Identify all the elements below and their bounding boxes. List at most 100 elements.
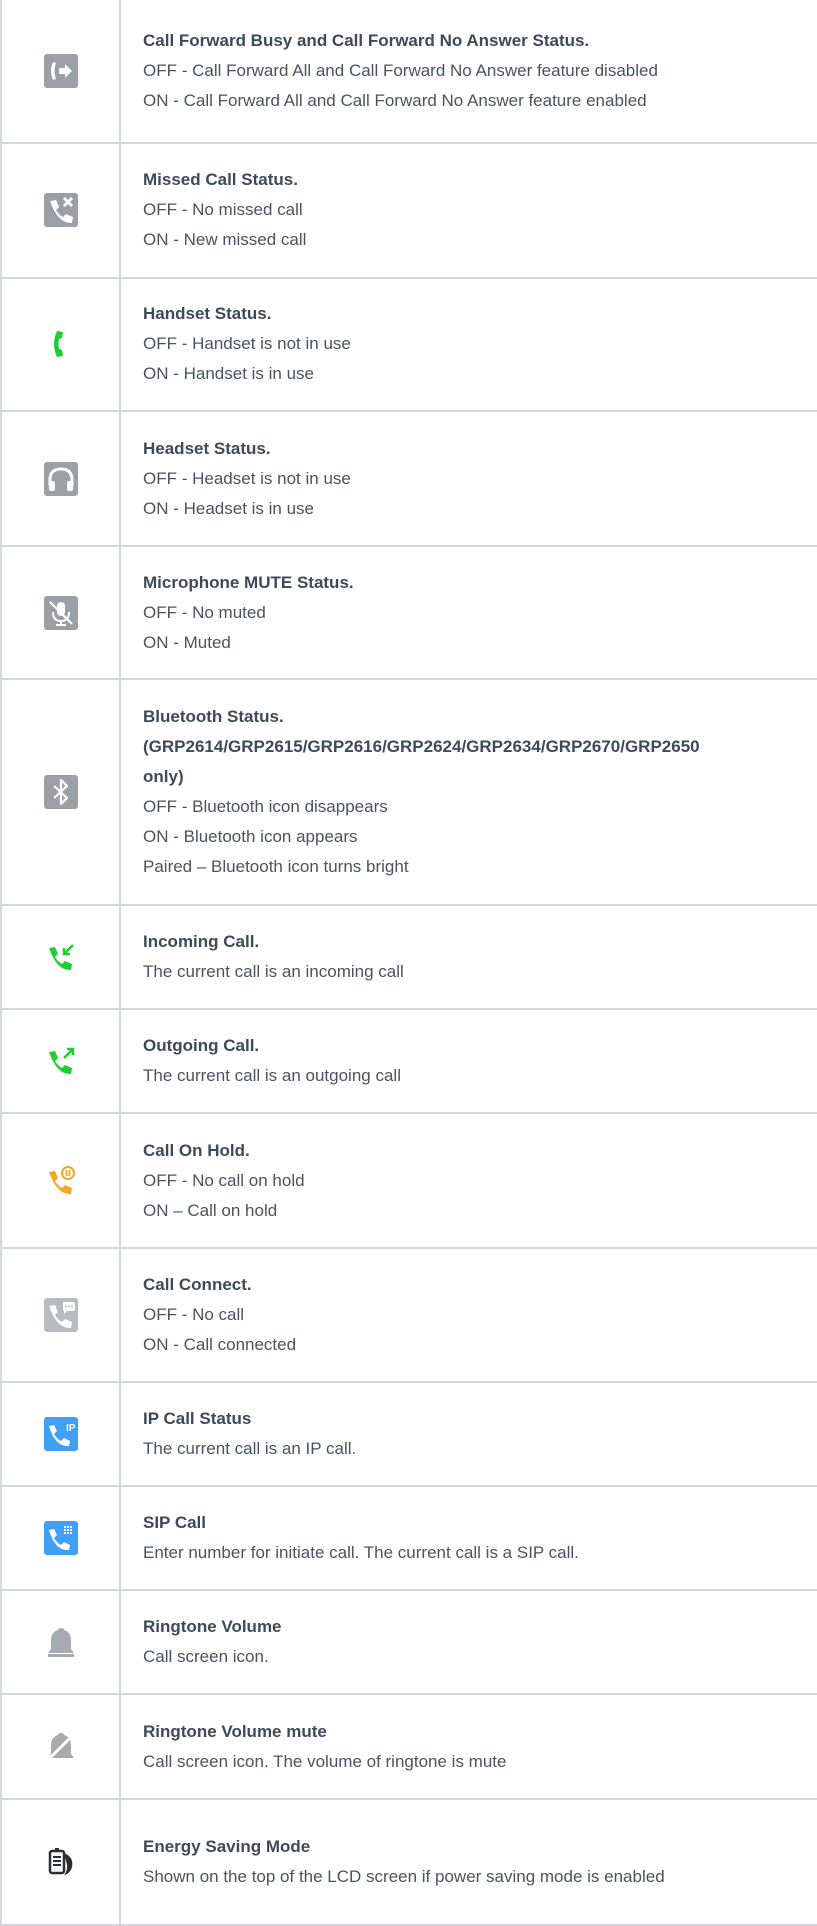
missed-call-icon <box>43 193 78 228</box>
icon-cell <box>0 0 121 145</box>
table-row: Energy Saving Mode Shown on the top of t… <box>0 1797 817 1926</box>
bluetooth-icon <box>43 775 78 810</box>
status-line: OFF - Bluetooth icon disappears <box>143 797 388 817</box>
ringtone-mute-icon <box>44 1730 78 1764</box>
text-cell: IP Call Status The current call is an IP… <box>119 1380 817 1487</box>
icon-cell <box>0 1797 121 1926</box>
status-line: OFF - Handset is not in use <box>143 334 351 354</box>
icon-cell <box>0 142 121 279</box>
text-cell: Outgoing Call. The current call is an ou… <box>119 1008 817 1115</box>
status-icon-table: Call Forward Busy and Call Forward No An… <box>0 0 817 1926</box>
table-row: IP IP Call Status The current call is an… <box>0 1380 817 1487</box>
status-title: Incoming Call. <box>143 932 260 952</box>
ringtone-volume-icon <box>44 1625 78 1659</box>
status-title: Bluetooth Status. <box>143 707 284 727</box>
status-line: ON – Call on hold <box>143 1200 278 1220</box>
incoming-call-icon <box>44 940 78 974</box>
status-line: Shown on the top of the LCD screen if po… <box>143 1866 665 1886</box>
text-cell: Call Forward Busy and Call Forward No An… <box>119 0 817 145</box>
status-line: Paired – Bluetooth icon turns bright <box>143 857 409 877</box>
status-title: Call On Hold. <box>143 1140 250 1160</box>
text-cell: Call Connect. OFF - No call ON - Call co… <box>119 1247 817 1383</box>
table-row: Bluetooth Status. (GRP2614/GRP2615/GRP26… <box>0 678 817 906</box>
text-cell: Call On Hold. OFF - No call on hold ON –… <box>119 1112 817 1250</box>
text-cell: Handset Status. OFF - Handset is not in … <box>119 276 817 413</box>
ip-call-icon: IP <box>43 1416 78 1451</box>
sip-call-icon <box>43 1521 78 1556</box>
handset-icon <box>44 327 78 361</box>
text-cell: Ringtone Volume mute Call screen icon. T… <box>119 1693 817 1800</box>
status-line: ON - Handset is in use <box>143 364 315 384</box>
text-cell: Bluetooth Status. (GRP2614/GRP2615/GRP26… <box>119 678 817 906</box>
status-line: OFF - No muted <box>143 602 266 622</box>
table-row: Handset Status. OFF - Handset is not in … <box>0 276 817 413</box>
status-line: OFF - Call Forward All and Call Forward … <box>143 61 658 81</box>
status-title: Ringtone Volume <box>143 1617 282 1637</box>
table-row: Ringtone Volume Call screen icon. <box>0 1589 817 1696</box>
status-line: Call screen icon. <box>143 1647 269 1667</box>
status-title-models: (GRP2614/GRP2615/GRP2616/GRP2624/GRP2634… <box>143 737 700 757</box>
headset-icon <box>43 461 78 496</box>
table-row: Call On Hold. OFF - No call on hold ON –… <box>0 1112 817 1250</box>
icon-cell <box>0 678 121 906</box>
status-line: Enter number for initiate call. The curr… <box>143 1543 579 1563</box>
icon-cell <box>0 903 121 1011</box>
status-line: ON - New missed call <box>143 230 307 250</box>
text-cell: Headset Status. OFF - Headset is not in … <box>119 410 817 547</box>
status-title: Missed Call Status. <box>143 170 298 190</box>
status-title: Call Connect. <box>143 1274 252 1294</box>
status-line: OFF - No call on hold <box>143 1170 305 1190</box>
text-cell: Energy Saving Mode Shown on the top of t… <box>119 1797 817 1926</box>
status-title: Microphone MUTE Status. <box>143 572 354 592</box>
call-forward-icon <box>43 54 78 89</box>
table-row: Outgoing Call. The current call is an ou… <box>0 1008 817 1115</box>
text-cell: Missed Call Status. OFF - No missed call… <box>119 142 817 279</box>
status-title: Energy Saving Mode <box>143 1836 311 1856</box>
table-row: Missed Call Status. OFF - No missed call… <box>0 142 817 279</box>
energy-saving-icon <box>44 1845 78 1879</box>
status-title-models-end: only) <box>143 767 184 787</box>
table-row: Call Connect. OFF - No call ON - Call co… <box>0 1247 817 1383</box>
status-line: ON - Call connected <box>143 1334 297 1354</box>
status-line: OFF - No missed call <box>143 200 303 220</box>
call-connect-icon <box>43 1297 78 1332</box>
icon-cell <box>0 1112 121 1250</box>
status-line: The current call is an IP call. <box>143 1438 357 1458</box>
status-title: IP Call Status <box>143 1408 252 1428</box>
icon-cell: IP <box>0 1380 121 1487</box>
icon-cell <box>0 544 121 681</box>
status-line: OFF - No call <box>143 1304 245 1324</box>
ip-label: IP <box>66 1423 76 1434</box>
status-line: Call screen icon. The volume of ringtone… <box>143 1751 507 1771</box>
text-cell: Incoming Call. The current call is an in… <box>119 903 817 1011</box>
icon-cell <box>0 1247 121 1383</box>
status-line: ON - Call Forward All and Call Forward N… <box>143 91 647 111</box>
status-line: ON - Bluetooth icon appears <box>143 827 358 847</box>
icon-cell <box>0 1589 121 1696</box>
text-cell: Ringtone Volume Call screen icon. <box>119 1589 817 1696</box>
icon-cell <box>0 410 121 547</box>
icon-cell <box>0 1008 121 1115</box>
status-title: Handset Status. <box>143 304 272 324</box>
outgoing-call-icon <box>44 1044 78 1078</box>
status-line: ON - Headset is in use <box>143 498 315 518</box>
status-title: Outgoing Call. <box>143 1036 260 1056</box>
table-row: Incoming Call. The current call is an in… <box>0 903 817 1011</box>
status-title: Call Forward Busy and Call Forward No An… <box>143 31 590 51</box>
text-cell: Microphone MUTE Status. OFF - No muted O… <box>119 544 817 681</box>
status-title: Ringtone Volume mute <box>143 1721 327 1741</box>
call-hold-icon <box>44 1164 78 1198</box>
table-row: Headset Status. OFF - Headset is not in … <box>0 410 817 547</box>
icon-cell <box>0 276 121 413</box>
table-row: SIP Call Enter number for initiate call.… <box>0 1484 817 1592</box>
table-row: Ringtone Volume mute Call screen icon. T… <box>0 1693 817 1800</box>
status-line: The current call is an outgoing call <box>143 1066 401 1086</box>
status-line: ON - Muted <box>143 632 231 652</box>
microphone-mute-icon <box>43 595 78 630</box>
status-title: SIP Call <box>143 1513 206 1533</box>
icon-cell <box>0 1484 121 1592</box>
table-row: Call Forward Busy and Call Forward No An… <box>0 0 817 145</box>
icon-cell <box>0 1693 121 1800</box>
text-cell: SIP Call Enter number for initiate call.… <box>119 1484 817 1592</box>
status-line: The current call is an incoming call <box>143 962 404 982</box>
